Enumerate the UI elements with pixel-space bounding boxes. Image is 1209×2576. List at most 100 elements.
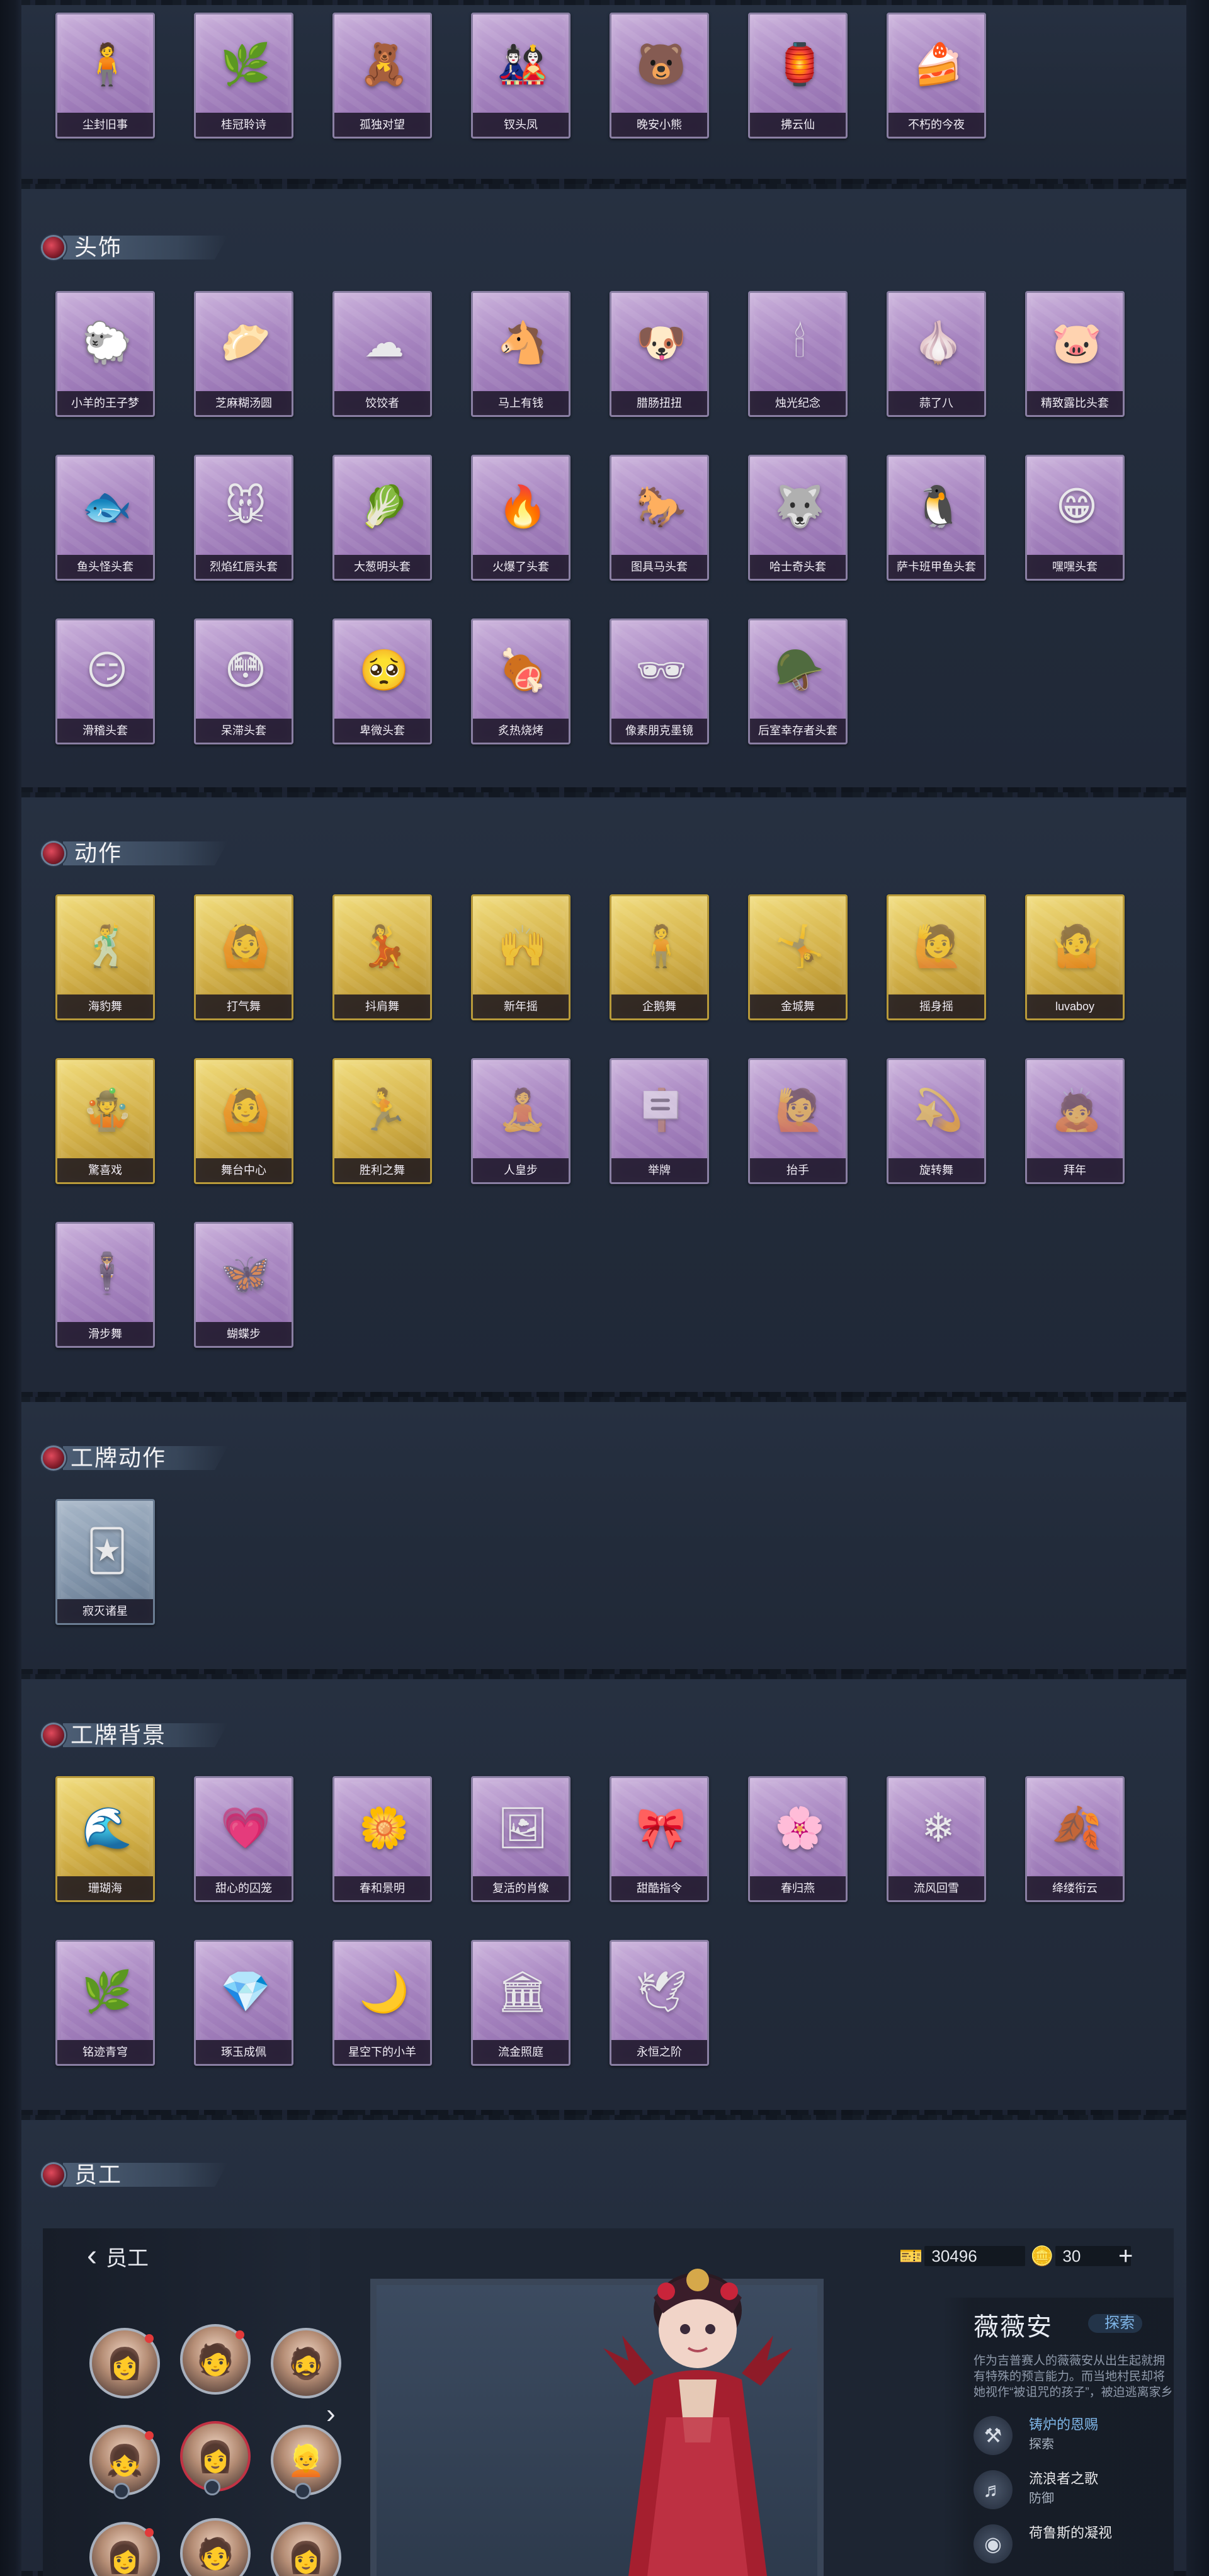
- employee-avatar[interactable]: 🧑: [180, 2518, 251, 2576]
- item-card[interactable]: 🌊 珊瑚海: [55, 1776, 155, 1902]
- item-card[interactable]: ❄ 流风回雪: [887, 1776, 986, 1902]
- item-card[interactable]: 🌼 春和景明: [332, 1776, 432, 1902]
- item-card[interactable]: 🐟 鱼头怪头套: [55, 455, 155, 581]
- item-card[interactable]: 🕶 像素朋克墨镜: [610, 618, 709, 744]
- item-card[interactable]: ☁ 饺饺者: [332, 291, 432, 417]
- item-name: 舞台中心: [196, 1158, 292, 1182]
- red-gem-icon: [43, 1447, 64, 1469]
- item-card[interactable]: 😏 滑稽头套: [55, 618, 155, 744]
- add-currency-button[interactable]: +: [1118, 2242, 1133, 2271]
- employee-avatar-selected[interactable]: 👩: [180, 2421, 251, 2495]
- item-name: 腊肠扭扭: [611, 391, 707, 415]
- item-card[interactable]: 🙋 抬手: [748, 1058, 848, 1184]
- item-card[interactable]: 🐻 晚安小熊: [610, 13, 709, 139]
- item-name: 卑微头套: [334, 719, 430, 743]
- item-card[interactable]: 🦋 蝴蝶步: [194, 1222, 293, 1348]
- item-card[interactable]: 🪧 举牌: [610, 1058, 709, 1184]
- item-card[interactable]: 🍂 绛缕衔云: [1025, 1776, 1125, 1902]
- item-card[interactable]: 🧘 人皇步: [471, 1058, 570, 1184]
- employee-avatar[interactable]: 👩: [271, 2522, 341, 2576]
- trait-item[interactable]: ♬ 流浪者之歌 防御: [973, 2465, 1174, 2512]
- item-card[interactable]: 🏮 拂云仙: [748, 13, 848, 139]
- employee-avatar[interactable]: 🧔: [271, 2328, 341, 2398]
- card-icon: 🌊: [82, 1805, 132, 1850]
- item-card[interactable]: 🥺 卑微头套: [332, 618, 432, 744]
- item-card[interactable]: 💎 琢玉成佩: [194, 1940, 293, 2066]
- item-card[interactable]: 😳 呆滞头套: [194, 618, 293, 744]
- item-card[interactable]: 🥟 芝麻糊汤圆: [194, 291, 293, 417]
- card-frame: ❄ 流风回雪: [887, 1776, 986, 1902]
- item-card[interactable]: 🌸 春归燕: [748, 1776, 848, 1902]
- item-card[interactable]: 🥬 大葱明头套: [332, 455, 432, 581]
- card-frame: 🙆 打气舞: [194, 894, 293, 1020]
- pose-icon: 💫: [913, 1087, 963, 1132]
- item-card[interactable]: 🍰 不朽的今夜: [887, 13, 986, 139]
- item-card[interactable]: 🤷 luvaboy: [1025, 894, 1125, 1020]
- item-card[interactable]: 🙆 舞台中心: [194, 1058, 293, 1184]
- item-card[interactable]: 🙇 拜年: [1025, 1058, 1125, 1184]
- item-card[interactable]: 🧍 尘封旧事: [55, 13, 155, 139]
- trait-item[interactable]: ⚒ 铸炉的恩赐 探索: [973, 2411, 1174, 2458]
- trait-item[interactable]: ◉ 荷鲁斯的凝视: [973, 2519, 1174, 2566]
- chevron-right-icon[interactable]: ›: [326, 2398, 336, 2430]
- employee-avatar[interactable]: 👩: [89, 2328, 160, 2398]
- item-card[interactable]: 🖼 复活的肖像: [471, 1776, 570, 1902]
- item-card[interactable]: 🤸 金城舞: [748, 894, 848, 1020]
- item-card[interactable]: 🏃 胜利之舞: [332, 1058, 432, 1184]
- item-card[interactable]: 🕊 永恒之阶: [610, 1940, 709, 2066]
- employee-avatar[interactable]: 🧑: [180, 2324, 251, 2395]
- candle-icon: 🕯: [793, 320, 806, 365]
- item-card[interactable]: 🐷 精致露比头套: [1025, 291, 1125, 417]
- item-card[interactable]: 🍖 炙热烧烤: [471, 618, 570, 744]
- item-card[interactable]: 🪖 后室幸存者头套: [748, 618, 848, 744]
- item-card[interactable]: 🤹 驚喜戏: [55, 1058, 155, 1184]
- card-frame: 🍖 炙热烧烤: [471, 618, 570, 744]
- item-card[interactable]: 🎎 钗头凤: [471, 13, 570, 139]
- item-card[interactable]: 🃏 寂灭诸星: [55, 1499, 155, 1625]
- item-card[interactable]: 🐧 萨卡班甲鱼头套: [887, 455, 986, 581]
- item-card[interactable]: 🧄 蒜了八: [887, 291, 986, 417]
- item-card[interactable]: 🌿 铭迹青穹: [55, 1940, 155, 2066]
- item-card[interactable]: 🐴 马上有钱: [471, 291, 570, 417]
- employee-avatar[interactable]: 👧: [89, 2425, 160, 2499]
- item-card[interactable]: 🌙 星空下的小羊: [332, 1940, 432, 2066]
- item-card[interactable]: 🕯 烛光纪念: [748, 291, 848, 417]
- notification-dot: [145, 2528, 154, 2537]
- character-role-tag[interactable]: 探索: [1088, 2314, 1142, 2333]
- item-card[interactable]: 🕺 海豹舞: [55, 894, 155, 1020]
- item-card[interactable]: 💫 旋转舞: [887, 1058, 986, 1184]
- card-frame: 🥬 大葱明头套: [332, 455, 432, 581]
- badge-card-icon: 🃏: [86, 1528, 128, 1573]
- panel-top: 🧍 尘封旧事 🌿 桂冠聆诗 🧸 孤独对望 🎎 钗头凤 🐻 晚安小熊 🏮 拂云仙 🍰 不朽的今夜: [21, 0, 1186, 184]
- item-name: 饺饺者: [334, 391, 430, 415]
- item-card[interactable]: 🧍 企鹅舞: [610, 894, 709, 1020]
- panel-headwear: 头饰 🐑 小羊的王子梦 🥟 芝麻糊汤圆 ☁ 饺饺者 🐴 马上有钱 🐶 腊肠扭扭 🕯 烛光纪念 🧄 蒜了八 🐷…: [21, 184, 1186, 792]
- item-name: 后室幸存者头套: [750, 719, 846, 743]
- employee-avatar[interactable]: 👩: [89, 2522, 160, 2576]
- card-frame: ☁ 饺饺者: [332, 291, 432, 417]
- item-card[interactable]: 🙌 新年摇: [471, 894, 570, 1020]
- card-frame: 🧸 孤独对望: [332, 13, 432, 139]
- item-card[interactable]: 🐶 腊肠扭扭: [610, 291, 709, 417]
- item-card[interactable]: 🕴 滑步舞: [55, 1222, 155, 1348]
- card-icon: 🌼: [359, 1805, 409, 1850]
- item-card[interactable]: 🧸 孤独对望: [332, 13, 432, 139]
- pose-icon: 🤷: [1052, 923, 1102, 969]
- item-card[interactable]: 🌿 桂冠聆诗: [194, 13, 293, 139]
- item-card[interactable]: 🙆 打气舞: [194, 894, 293, 1020]
- item-card[interactable]: 😁 嘿嘿头套: [1025, 455, 1125, 581]
- section-title-label: 动作: [74, 840, 123, 866]
- item-card[interactable]: 🙋 摇身摇: [887, 894, 986, 1020]
- item-card[interactable]: 🐭 烈焰红唇头套: [194, 455, 293, 581]
- item-card[interactable]: 🎀 甜酷指令: [610, 1776, 709, 1902]
- card-frame: 🤷 luvaboy: [1025, 894, 1125, 1020]
- item-card[interactable]: 💃 抖肩舞: [332, 894, 432, 1020]
- back-button[interactable]: ‹ 员工: [87, 2241, 149, 2271]
- employee-avatar[interactable]: 👱: [271, 2425, 341, 2499]
- item-card[interactable]: 💗 甜心的囚笼: [194, 1776, 293, 1902]
- item-card[interactable]: 🏛 流金照庭: [471, 1940, 570, 2066]
- item-card[interactable]: 🔥 火爆了头套: [471, 455, 570, 581]
- item-card[interactable]: 🐺 哈士奇头套: [748, 455, 848, 581]
- item-card[interactable]: 🐑 小羊的王子梦: [55, 291, 155, 417]
- item-card[interactable]: 🐎 图具马头套: [610, 455, 709, 581]
